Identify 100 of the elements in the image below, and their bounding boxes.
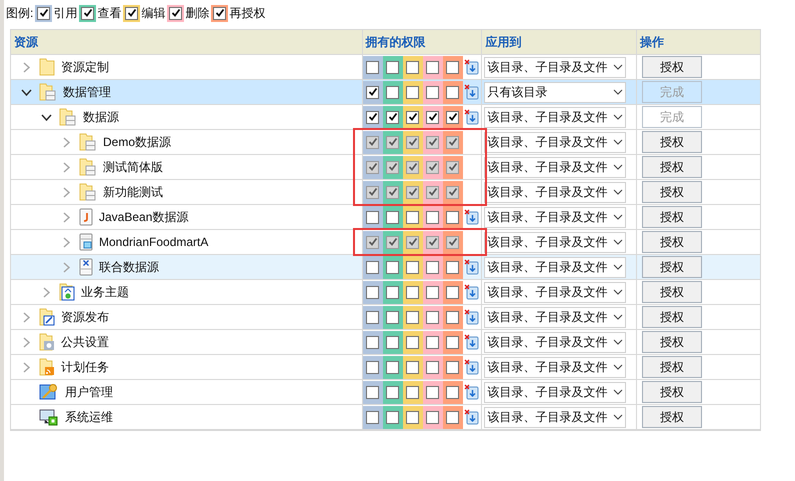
checkbox[interactable] <box>386 160 400 174</box>
checkbox[interactable] <box>386 410 400 424</box>
resource-name[interactable]: 资源定制 <box>61 58 109 76</box>
checkbox[interactable] <box>366 336 380 348</box>
resource-name[interactable]: Demo数据源 <box>103 133 172 151</box>
checkbox[interactable] <box>426 310 440 324</box>
checkbox[interactable] <box>406 136 420 148</box>
reset-permission-icon[interactable] <box>464 209 479 225</box>
action-button[interactable]: 授权 <box>642 181 702 203</box>
checkbox[interactable] <box>426 136 440 148</box>
tree-row[interactable]: 联合数据源 该目录、子目录及文件 授权 <box>11 255 760 280</box>
apply-to-select[interactable]: 该目录、子目录及文件 <box>484 156 626 178</box>
checkbox[interactable] <box>406 210 420 224</box>
apply-to-select[interactable]: 该目录、子目录及文件 <box>484 206 626 228</box>
reset-permission-icon[interactable] <box>464 309 479 325</box>
checkbox[interactable] <box>386 210 400 224</box>
checkbox[interactable] <box>366 410 380 424</box>
checkbox[interactable] <box>366 286 380 298</box>
checkbox[interactable] <box>446 86 460 98</box>
tree-row[interactable]: 资源发布 该目录、子目录及文件 授权 <box>11 305 760 330</box>
resource-name[interactable]: JavaBean数据源 <box>99 208 188 226</box>
resource-name[interactable]: 数据管理 <box>63 83 111 101</box>
checkbox[interactable] <box>366 236 380 248</box>
checkbox[interactable] <box>406 186 420 198</box>
checkbox[interactable] <box>426 160 440 174</box>
checkbox[interactable] <box>366 360 380 374</box>
checkbox[interactable] <box>426 60 440 74</box>
resource-name[interactable]: 新功能测试 <box>103 183 163 201</box>
checkbox[interactable] <box>406 310 420 324</box>
checkbox[interactable] <box>426 336 440 348</box>
checkbox[interactable] <box>426 86 440 98</box>
tree-row[interactable]: 用户管理 该目录、子目录及文件 授权 <box>11 380 760 405</box>
tree-row[interactable]: 系统运维 该目录、子目录及文件 授权 <box>11 405 760 430</box>
resource-name[interactable]: MondrianFoodmartA <box>99 233 208 251</box>
checkbox[interactable] <box>386 336 400 348</box>
action-button[interactable]: 授权 <box>642 381 702 403</box>
checkbox[interactable] <box>406 236 420 248</box>
checkbox[interactable] <box>366 160 380 174</box>
resource-name[interactable]: 用户管理 <box>65 383 113 401</box>
checkbox[interactable] <box>446 386 460 398</box>
resource-name[interactable]: 资源发布 <box>61 308 109 326</box>
tree-row[interactable]: 测试简体版 该目录、子目录及文件 授权 <box>11 155 760 180</box>
action-button[interactable]: 授权 <box>642 206 702 228</box>
action-button[interactable]: 授权 <box>642 156 702 178</box>
checkbox[interactable] <box>446 210 460 224</box>
checkbox[interactable] <box>366 60 380 74</box>
checkbox[interactable] <box>426 260 440 274</box>
resource-name[interactable]: 联合数据源 <box>99 258 159 276</box>
reset-permission-icon[interactable] <box>464 109 479 125</box>
checkbox[interactable] <box>386 386 400 398</box>
checkbox[interactable] <box>386 136 400 148</box>
reset-permission-icon[interactable] <box>464 59 479 75</box>
checkbox[interactable] <box>406 260 420 274</box>
reset-permission-icon[interactable] <box>464 259 479 275</box>
checkbox[interactable] <box>426 386 440 398</box>
checkbox[interactable] <box>366 86 380 98</box>
checkbox[interactable] <box>366 310 380 324</box>
checkbox[interactable] <box>366 210 380 224</box>
checkbox[interactable] <box>366 260 380 274</box>
apply-to-select[interactable]: 只有该目录 <box>484 82 626 102</box>
resource-name[interactable]: 数据源 <box>83 108 119 126</box>
checkbox[interactable] <box>386 360 400 374</box>
checkbox[interactable] <box>446 336 460 348</box>
checkbox[interactable] <box>446 236 460 248</box>
checkbox[interactable] <box>386 110 400 124</box>
apply-to-select[interactable]: 该目录、子目录及文件 <box>484 106 626 128</box>
checkbox[interactable] <box>446 260 460 274</box>
checkbox[interactable] <box>386 86 400 98</box>
reset-permission-icon[interactable] <box>464 284 479 300</box>
apply-to-select[interactable]: 该目录、子目录及文件 <box>484 182 626 202</box>
action-button[interactable]: 授权 <box>642 406 702 428</box>
reset-permission-icon[interactable] <box>464 384 479 400</box>
action-button[interactable]: 授权 <box>642 281 702 303</box>
resource-name[interactable]: 计划任务 <box>61 358 109 376</box>
checkbox[interactable] <box>406 386 420 398</box>
action-button[interactable]: 授权 <box>642 306 702 328</box>
checkbox[interactable] <box>406 360 420 374</box>
reset-permission-icon[interactable] <box>464 84 479 100</box>
checkbox[interactable] <box>386 236 400 248</box>
checkbox[interactable] <box>386 310 400 324</box>
checkbox[interactable] <box>366 386 380 398</box>
reset-permission-icon[interactable] <box>464 334 479 350</box>
checkbox[interactable] <box>406 410 420 424</box>
action-button[interactable]: 授权 <box>642 256 702 278</box>
checkbox[interactable] <box>406 86 420 98</box>
apply-to-select[interactable]: 该目录、子目录及文件 <box>484 132 626 152</box>
apply-to-select[interactable]: 该目录、子目录及文件 <box>484 332 626 352</box>
resource-name[interactable]: 公共设置 <box>61 333 109 351</box>
tree-row[interactable]: 计划任务 该目录、子目录及文件 授权 <box>11 355 760 380</box>
checkbox[interactable] <box>406 286 420 298</box>
checkbox[interactable] <box>426 286 440 298</box>
checkbox[interactable] <box>426 210 440 224</box>
checkbox[interactable] <box>446 286 460 298</box>
action-button[interactable]: 授权 <box>642 131 702 153</box>
reset-permission-icon[interactable] <box>464 409 479 425</box>
tree-row[interactable]: 资源定制 该目录、子目录及文件 授权 <box>11 55 760 80</box>
checkbox[interactable] <box>446 60 460 74</box>
tree-row[interactable]: Demo数据源 该目录、子目录及文件 授权 <box>11 130 760 155</box>
checkbox[interactable] <box>446 110 460 124</box>
checkbox[interactable] <box>366 136 380 148</box>
